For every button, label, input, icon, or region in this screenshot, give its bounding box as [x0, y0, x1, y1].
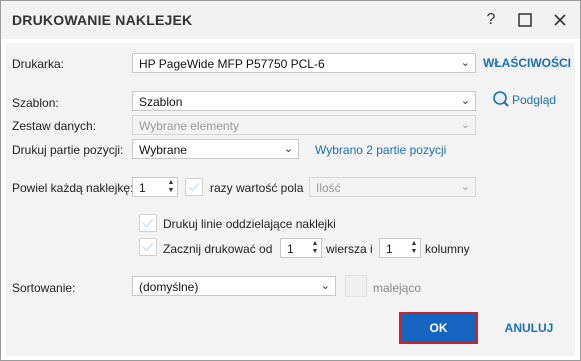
printer-value: HP PageWide MFP P57750 PCL-6 [139, 57, 325, 71]
start-col-stepper[interactable]: 1 ▲ ▼ [379, 238, 421, 258]
stepper-arrows-icon[interactable]: ▲ ▼ [167, 179, 175, 195]
repeat-count-stepper[interactable]: 1 ▲ ▼ [132, 177, 178, 197]
template-select[interactable]: Szablon ⌄ [132, 91, 476, 111]
printer-properties-link[interactable]: WŁAŚCIWOŚCI [483, 56, 571, 70]
cancel-button[interactable]: ANULUJ [496, 312, 562, 344]
start-print-label: Zacznij drukować od [163, 242, 273, 256]
chevron-down-icon: ⌄ [460, 119, 470, 131]
start-print-checkbox[interactable] [139, 238, 157, 256]
template-value: Szablon [139, 95, 183, 109]
form-panel [6, 43, 575, 356]
batches-select[interactable]: Wybrane ⌄ [132, 139, 299, 159]
print-labels-dialog: DRUKOWANIE NAKLEJEK ? Drukarka: HP PageW… [0, 0, 581, 361]
ok-button[interactable]: OK [399, 312, 478, 344]
sorting-label: Sortowanie: [12, 281, 76, 295]
start-row-stepper[interactable]: 1 ▲ ▼ [280, 238, 322, 258]
chevron-down-icon: ⌄ [283, 143, 293, 155]
repeat-label: Powiel każdą naklejkę: [12, 181, 134, 195]
magnifier-icon[interactable] [492, 90, 510, 108]
stepper-arrows-icon[interactable]: ▲ ▼ [311, 240, 319, 256]
chevron-down-icon: ⌄ [460, 57, 470, 69]
dataset-label: Zestaw danych: [12, 119, 97, 133]
start-col-value: 1 [386, 242, 393, 256]
sorting-value: (domyślne) [139, 280, 199, 294]
separator-lines-checkbox[interactable] [139, 214, 157, 232]
dataset-select: Wybrane elementy ⌄ [132, 115, 476, 135]
sorting-select[interactable]: (domyślne) ⌄ [132, 276, 336, 296]
batches-label: Drukuj partie pozycji: [12, 143, 124, 157]
batches-value: Wybrane [139, 143, 187, 157]
batches-info-link[interactable]: Wybrano 2 partie pozycji [315, 143, 446, 157]
help-icon[interactable]: ? [480, 9, 502, 31]
stepper-arrows-icon[interactable]: ▲ ▼ [410, 240, 418, 256]
title-bar: DRUKOWANIE NAKLEJEK ? [1, 1, 580, 39]
printer-label: Drukarka: [12, 57, 65, 71]
descending-label: malejąco [373, 281, 422, 295]
row-label: wiersza i [326, 242, 373, 256]
chevron-down-icon: ⌄ [460, 181, 470, 193]
times-field-label: razy wartość pola [210, 181, 304, 195]
maximize-icon[interactable] [514, 9, 536, 31]
printer-select[interactable]: HP PageWide MFP P57750 PCL-6 ⌄ [132, 53, 476, 73]
chevron-down-icon: ⌄ [460, 95, 470, 107]
template-preview-link[interactable]: Podgląd [512, 93, 556, 107]
chevron-down-icon: ⌄ [320, 280, 330, 292]
dataset-value: Wybrane elementy [139, 119, 239, 133]
repeat-field-select: Ilość ⌄ [309, 177, 476, 197]
template-label: Szablon: [12, 96, 59, 110]
repeat-field-value: Ilość [316, 181, 341, 195]
column-label: kolumny [425, 242, 470, 256]
start-row-value: 1 [287, 242, 294, 256]
close-icon[interactable] [549, 9, 571, 31]
repeat-count-value: 1 [139, 181, 146, 195]
dialog-title: DRUKOWANIE NAKLEJEK [12, 12, 193, 28]
descending-checkbox[interactable] [345, 275, 367, 297]
separator-lines-label: Drukuj linie oddzielające naklejki [163, 217, 336, 231]
repeat-by-field-checkbox[interactable] [185, 178, 203, 196]
